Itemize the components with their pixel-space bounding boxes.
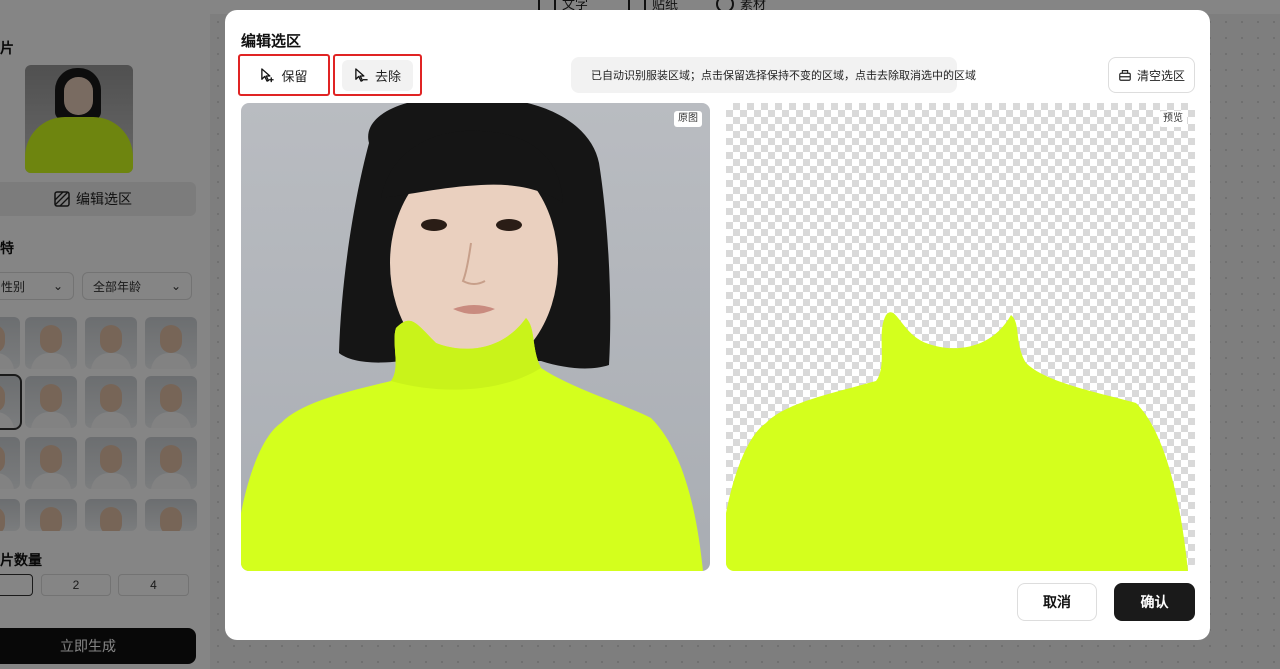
cursor-minus-icon: [355, 67, 368, 82]
modal-title: 编辑选区: [241, 33, 302, 50]
confirm-label: 确认: [1140, 594, 1169, 610]
preview-tag: 预览: [1159, 111, 1187, 127]
edit-selection-modal: 编辑选区 保留 去除 已自动识别服装区域；点击保留选择保持不变的区域，点击去除取…: [225, 10, 1210, 640]
original-image-panel[interactable]: 原图: [241, 103, 710, 571]
cancel-label: 取消: [1043, 594, 1071, 610]
remove-mode-button[interactable]: 去除: [333, 54, 422, 96]
keep-mode-button[interactable]: 保留: [238, 54, 330, 96]
portrait-image: [241, 103, 703, 571]
remove-mode-label: 去除: [374, 68, 401, 84]
clear-selection-label: 清空选区: [1136, 68, 1185, 83]
hint-text: 已自动识别服装区域；点击保留选择保持不变的区域，点击去除取消选中的区域: [591, 70, 976, 82]
preview-panel: 预览: [726, 103, 1195, 571]
eraser-icon: [1119, 70, 1131, 81]
selection-preview-shape: [726, 312, 1188, 571]
clear-selection-button[interactable]: 清空选区: [1108, 57, 1195, 93]
cursor-plus-icon: [261, 67, 275, 82]
confirm-button[interactable]: 确认: [1114, 583, 1195, 621]
hint-banner: 已自动识别服装区域；点击保留选择保持不变的区域，点击去除取消选中的区域: [571, 57, 976, 93]
original-tag: 原图: [674, 111, 702, 127]
keep-mode-label: 保留: [281, 68, 308, 84]
cancel-button[interactable]: 取消: [1017, 583, 1097, 621]
